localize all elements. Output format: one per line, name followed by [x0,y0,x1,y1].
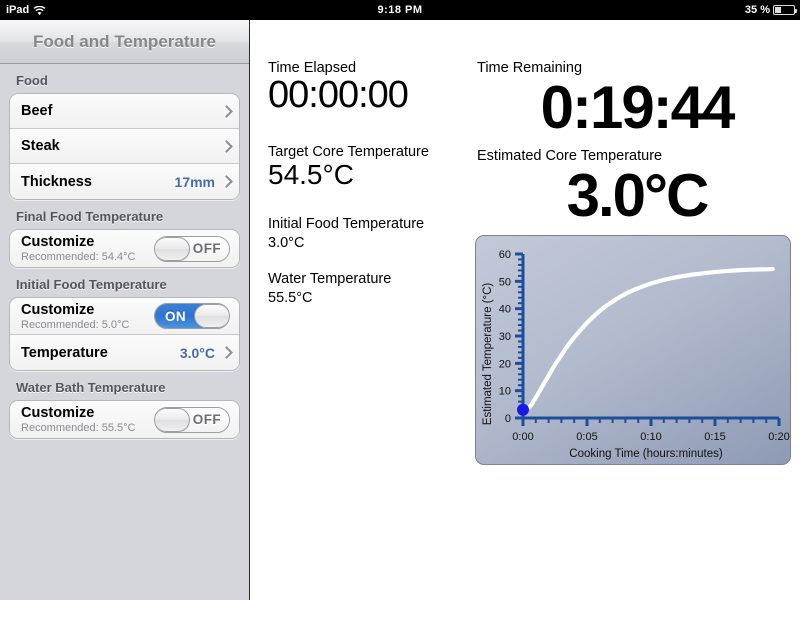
target-core-temperature-label: Target Core Temperature [268,143,429,160]
status-bar: iPad 9:18 PM 35 % [0,0,800,20]
svg-text:60: 60 [499,249,511,261]
sidebar-item-steak[interactable]: Steak [10,129,239,164]
sidebar: Food and Temperature Food Beef Steak Thi… [0,20,250,600]
page-title: Food and Temperature [33,31,216,51]
group-water-bath-temperature: Customize Recommended: 55.5°C OFF [9,400,240,439]
sidebar-item-thickness[interactable]: Thickness 17mm [10,164,239,199]
chart-start-marker [517,403,529,416]
row-label: Customize [21,405,95,421]
water-temperature-label: Water Temperature [268,270,392,287]
section-header-water-bath-temperature: Water Bath Temperature [16,380,166,395]
svg-text:0:20: 0:20 [768,431,789,443]
row-text-stack: Customize Recommended: 5.0°C [21,301,129,331]
svg-text:0:15: 0:15 [704,431,725,443]
time-remaining-value: 0:19:44 [540,74,736,141]
toggle-state-label: OFF [192,241,221,256]
sidebar-item-customize-initial[interactable]: Customize Recommended: 5.0°C ON [10,298,239,335]
chevron-right-icon [222,105,230,118]
status-bar-right: 35 % [744,4,797,16]
toggle-knob[interactable] [194,304,229,328]
toggle-knob[interactable] [155,236,190,261]
row-value: 17mm [174,173,215,190]
initial-food-temperature-value: 3.0°C [268,235,305,252]
chart-series-line [520,266,775,412]
row-label: Customize [21,234,95,250]
chevron-right-icon [222,140,230,153]
group-initial-food-temperature: Customize Recommended: 5.0°C ON Temperat… [9,297,240,371]
svg-text:30: 30 [499,331,511,343]
chevron-right-icon [222,346,230,359]
svg-text:0:05: 0:05 [576,431,597,443]
water-temperature-value: 55.5°C [268,290,313,307]
row-sublabel: Recommended: 55.5°C [21,422,136,434]
chart-tick-labels: 0 10 20 30 40 50 60 0:00 0:05 0:10 0:15 0:20 [499,249,790,443]
time-elapsed-value: 00:00:00 [268,74,409,116]
toggle-state-label: OFF [192,412,221,427]
estimated-core-temperature-value: 3.0°C [566,162,710,229]
toggle-knob[interactable] [155,407,190,432]
section-water-bath-temperature: Water Bath Temperature Customize Recomme… [0,377,249,439]
row-label: Customize [21,301,95,318]
sidebar-item-beef[interactable]: Beef [10,94,239,129]
target-core-temperature-value: 54.5°C [268,158,354,190]
svg-text:50: 50 [499,276,511,288]
svg-text:10: 10 [499,386,511,398]
section-header-final-food-temperature: Final Food Temperature [16,209,164,224]
toggle-customize-water[interactable]: OFF [154,406,230,433]
battery-icon [773,5,797,15]
toggle-customize-initial[interactable]: ON [154,303,230,329]
row-label: Beef [21,103,53,119]
chart-x-axis-label: Cooking Time (hours:minutes) [569,448,723,460]
section-initial-food-temperature: Initial Food Temperature Customize Recom… [0,274,249,371]
battery-percent-label: 35 % [744,4,770,16]
row-label: Temperature [21,344,108,361]
chart-axes [515,252,781,426]
chevron-right-icon [222,175,230,188]
row-value: 3.0°C [179,344,215,361]
section-header-initial-food-temperature: Initial Food Temperature [16,277,167,292]
svg-text:40: 40 [499,304,511,316]
toggle-state-label: ON [165,308,187,324]
sidebar-item-customize-water[interactable]: Customize Recommended: 55.5°C OFF [10,401,239,438]
svg-text:0:10: 0:10 [640,431,661,443]
row-sublabel: Recommended: 54.4°C [21,251,136,263]
status-bar-clock: 9:18 PM [377,4,423,16]
toggle-customize-final[interactable]: OFF [154,235,230,262]
group-final-food-temperature: Customize Recommended: 54.4°C OFF [9,229,240,268]
row-label: Steak [21,138,60,154]
sidebar-item-temperature[interactable]: Temperature 3.0°C [10,335,239,370]
temperature-chart: 0 10 20 30 40 50 60 0:00 0:05 0:10 0:15 0:20 Cookin… [475,235,791,465]
row-label: Thickness [21,173,92,190]
row-text-stack: Customize Recommended: 54.4°C [21,233,135,264]
chart-y-axis-label: Estimated Temperature (°C) [482,283,494,426]
chart-svg: 0 10 20 30 40 50 60 0:00 0:05 0:10 0:15 0:20 Cookin… [482,249,790,460]
svg-text:0:00: 0:00 [512,431,533,443]
row-text-stack: Customize Recommended: 55.5°C [21,404,135,435]
navigation-bar: Food and Temperature [0,20,249,64]
section-final-food-temperature: Final Food Temperature Customize Recomme… [0,206,249,268]
section-food: Food Beef Steak Thickness 17mm [0,70,249,200]
svg-text:0: 0 [505,413,511,425]
initial-food-temperature-label: Initial Food Temperature [268,215,425,232]
main-panel: Time Elapsed 00:00:00 Target Core Temper… [251,20,800,600]
readouts-left-column: Time Elapsed 00:00:00 Target Core Temper… [268,60,468,309]
row-sublabel: Recommended: 5.0°C [21,318,130,331]
group-food: Beef Steak Thickness 17mm [9,93,240,200]
section-header-food: Food [16,73,48,88]
readouts-right-column: Time Remaining 0:19:44 Estimated Core Te… [477,60,797,226]
svg-text:20: 20 [499,358,511,370]
sidebar-item-customize-final[interactable]: Customize Recommended: 54.4°C OFF [10,230,239,267]
